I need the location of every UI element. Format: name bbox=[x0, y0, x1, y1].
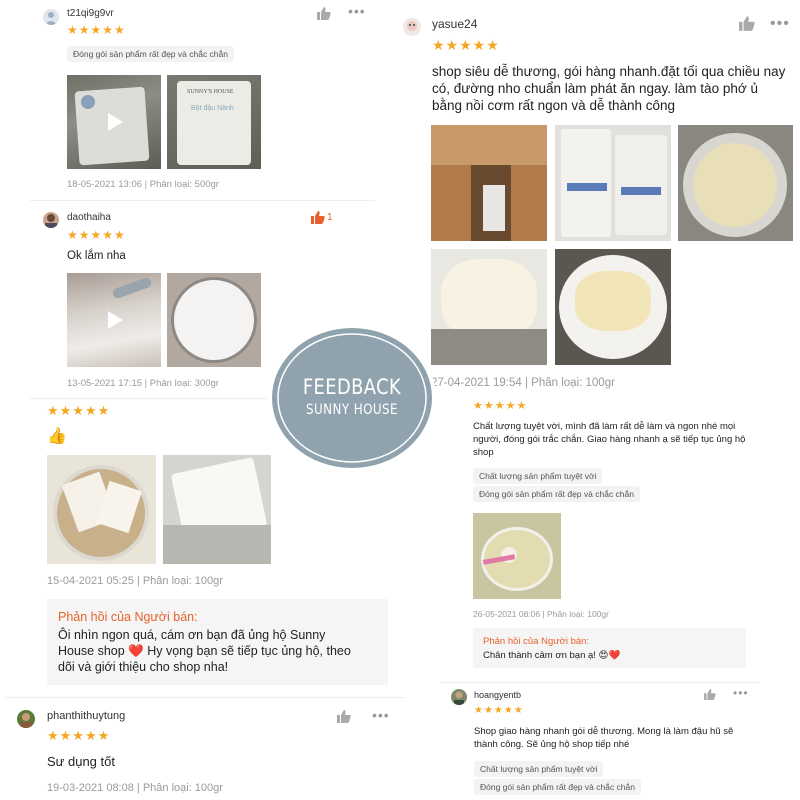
rating-stars: ★★★★★ bbox=[473, 400, 528, 412]
username[interactable]: yasue24 bbox=[432, 17, 477, 31]
review-meta: 19-03-2021 08:08 | Phân loại: 100gr bbox=[47, 782, 223, 794]
review-photo[interactable] bbox=[431, 249, 547, 365]
review-video-thumbnail[interactable] bbox=[67, 75, 161, 169]
review-text: 👍 bbox=[47, 428, 67, 445]
review-photo[interactable] bbox=[431, 125, 547, 241]
avatar[interactable] bbox=[451, 689, 467, 705]
review-photo[interactable]: SUNNY'S HOUSE Bột đậu Nành bbox=[167, 75, 261, 169]
badge-subtitle: SUNNY HOUSE bbox=[306, 402, 398, 418]
review-meta: 13-05-2021 17:15 | Phân loại: 300gr bbox=[67, 378, 219, 389]
review-tag: Chất lượng sản phẩm tuyệt vời bbox=[473, 468, 603, 484]
review-meta: 15-04-2021 05:25 | Phân loại: 100gr bbox=[47, 575, 223, 587]
username[interactable]: hoangyentb bbox=[474, 690, 521, 700]
more-options-icon[interactable]: ••• bbox=[372, 708, 390, 722]
review-photo[interactable] bbox=[47, 455, 156, 564]
like-count: 1 bbox=[327, 212, 333, 223]
review-tag: Đóng gói sản phẩm rất đẹp và chắc chắn bbox=[67, 46, 234, 62]
divider bbox=[5, 697, 405, 698]
badge-title: FEEDBACK bbox=[302, 375, 402, 399]
more-options-icon[interactable]: ••• bbox=[770, 16, 790, 32]
divider bbox=[30, 200, 375, 201]
review-photo[interactable] bbox=[555, 125, 671, 241]
avatar[interactable] bbox=[17, 710, 35, 728]
play-icon[interactable] bbox=[108, 113, 123, 131]
username[interactable]: daothaiha bbox=[67, 212, 111, 223]
review-meta: 18-05-2021 13:06 | Phân loại: 500gr bbox=[67, 179, 219, 190]
play-icon[interactable] bbox=[108, 311, 123, 329]
review-card-6: ★★★★★ Chất lượng tuyệt vời, mình đã làm … bbox=[448, 396, 768, 682]
username[interactable]: t21qi9g9vr bbox=[67, 8, 114, 19]
seller-reply: Phản hồi của Người bán: Ôi nhìn ngon quá… bbox=[47, 599, 388, 685]
thumbs-up-icon[interactable] bbox=[337, 710, 351, 726]
seller-reply-text: Chân thành cảm ơn bạn ạ! 😍❤️ bbox=[483, 650, 621, 661]
review-card-t21qi9g9vr: t21qi9g9vr ••• ★★★★★ Đóng gói sản phẩm r… bbox=[30, 0, 375, 200]
review-photo[interactable] bbox=[167, 273, 261, 367]
review-photo[interactable] bbox=[473, 513, 561, 599]
review-text: Sư dụng tốt bbox=[47, 754, 115, 769]
package-product-text: Bột đậu Nành bbox=[191, 105, 234, 112]
review-tag: Đóng gói sản phẩm rất đẹp và chắc chắn bbox=[473, 486, 640, 502]
review-text: Shop giao hàng nhanh gói dễ thương. Mong… bbox=[474, 726, 734, 750]
review-text: Chất lượng tuyệt vời, mình đã làm rất dễ… bbox=[473, 421, 746, 458]
review-text: Ok lắm nha bbox=[67, 250, 126, 262]
review-photo[interactable] bbox=[163, 455, 271, 564]
review-text: shop siêu dễ thương, gói hàng nhanh.đặt … bbox=[432, 64, 786, 113]
review-card-phanthithuytung: phanthithuytung ••• ★★★★★ Sư dụng tốt 19… bbox=[0, 700, 405, 800]
review-video-thumbnail[interactable] bbox=[67, 273, 161, 367]
review-card-hoangyentb: hoangyentb ••• ★★★★★ Shop giao hàng nhan… bbox=[440, 684, 770, 800]
username[interactable]: phanthithuytung bbox=[47, 710, 125, 722]
review-meta: 26-05-2021 08:06 | Phân loại: 100gr bbox=[473, 609, 609, 619]
rating-stars: ★★★★★ bbox=[47, 403, 111, 418]
seller-reply: Phản hồi của Người bán: Chân thành cảm ơ… bbox=[473, 628, 746, 668]
thumbs-up-icon[interactable] bbox=[317, 7, 331, 23]
review-photo[interactable] bbox=[555, 249, 671, 365]
package-brand-text: SUNNY'S HOUSE bbox=[187, 89, 234, 95]
review-tag: Đóng gói sản phẩm rất đẹp và chắc chắn bbox=[474, 779, 641, 795]
avatar[interactable] bbox=[43, 9, 59, 25]
rating-stars: ★★★★★ bbox=[432, 37, 500, 53]
seller-reply-header: Phản hồi của Người bán: bbox=[483, 636, 590, 647]
thumbs-up-icon[interactable] bbox=[739, 16, 755, 34]
feedback-badge: FEEDBACK SUNNY HOUSE bbox=[266, 323, 438, 473]
avatar[interactable] bbox=[43, 212, 59, 228]
thumbs-up-icon[interactable] bbox=[311, 211, 325, 227]
more-options-icon[interactable]: ••• bbox=[348, 4, 366, 18]
thumbs-up-icon[interactable] bbox=[704, 689, 716, 703]
rating-stars: ★★★★★ bbox=[67, 23, 126, 37]
rating-stars: ★★★★★ bbox=[47, 728, 111, 743]
seller-reply-text: Ôi nhìn ngon quá, cám ơn bạn đã ủng hộ S… bbox=[58, 628, 351, 674]
review-tag: Chất lượng sản phẩm tuyệt vời bbox=[474, 761, 604, 777]
seller-reply-header: Phản hồi của Người bán: bbox=[58, 610, 198, 624]
rating-stars: ★★★★★ bbox=[474, 705, 524, 716]
divider bbox=[440, 682, 760, 683]
more-options-icon[interactable]: ••• bbox=[733, 687, 749, 699]
rating-stars: ★★★★★ bbox=[67, 228, 126, 242]
review-meta: 27-04-2021 19:54 | Phân loại: 100gr bbox=[431, 377, 615, 389]
review-card-yasue24: yasue24 ••• ★★★★★ shop siêu dễ thương, g… bbox=[400, 0, 800, 396]
avatar[interactable] bbox=[403, 18, 421, 36]
review-photo[interactable] bbox=[678, 125, 793, 241]
